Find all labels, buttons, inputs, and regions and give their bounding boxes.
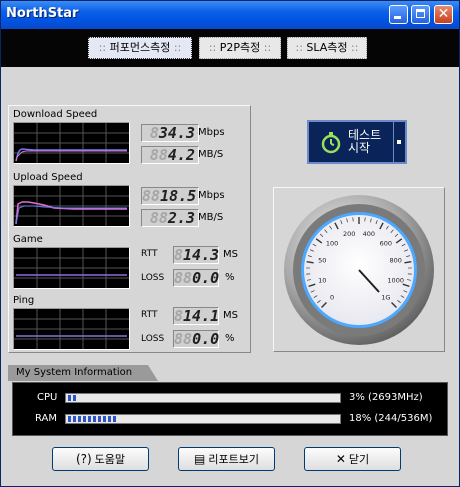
gauge-tick-label: 600 — [380, 240, 392, 248]
gauge-tick-label: 100 — [326, 240, 338, 248]
ping-loss-label: LOSS — [141, 334, 165, 344]
ram-label: RAM — [35, 413, 58, 424]
title-bar[interactable]: NorthStar ✕ — [1, 1, 459, 29]
download-speed-label: Download Speed — [13, 109, 98, 120]
game-loss-display: 880.0 — [173, 269, 220, 287]
ping-rtt-unit: MS — [223, 310, 238, 321]
start-button-divider — [393, 122, 394, 162]
upload-graph — [13, 185, 130, 227]
game-rtt-unit: MS — [223, 249, 238, 260]
upload-mbps-display: 8818.5 — [141, 187, 199, 205]
gauge-tick-label: 0 — [330, 293, 334, 301]
speed-gauge: 0 10 50 100 200 400 600 800 1000 1G — [284, 195, 434, 345]
game-rtt-label: RTT — [141, 249, 158, 259]
cpu-usage-fill — [68, 395, 77, 401]
dropdown-icon[interactable] — [397, 140, 401, 144]
tab-sla[interactable]: :: SLA측정 :: — [287, 37, 367, 59]
cpu-usage-bar — [65, 393, 341, 403]
test-start-label: 테스트 시작 — [348, 128, 382, 155]
upload-mbs-display: 882.3 — [141, 209, 199, 227]
upload-speed-label: Upload Speed — [13, 172, 83, 183]
ram-usage-bar — [65, 414, 341, 424]
tab-bar: :: 퍼포먼스측정 :: :: P2P측정 :: :: SLA측정 :: — [1, 29, 459, 67]
close-icon: ✕ — [335, 452, 346, 466]
game-rtt-display: 814.3 — [173, 246, 220, 264]
minimize-button[interactable] — [389, 5, 408, 24]
gauge-tick-label: 400 — [363, 230, 375, 238]
system-information: My System Information CPU 3% (2693MHz) R… — [8, 365, 452, 437]
help-icon: (?) — [75, 452, 92, 466]
ram-usage-fill — [68, 416, 117, 422]
test-start-button[interactable]: 테스트 시작 — [307, 120, 407, 164]
system-info-header: My System Information — [8, 365, 148, 381]
ping-loss-display: 880.0 — [173, 330, 220, 348]
ram-usage-value: 18% (244/536M) — [349, 413, 433, 424]
download-mbps-unit: Mbps — [198, 127, 225, 138]
close-icon: ✕ — [437, 6, 450, 22]
system-info-header-cap — [148, 365, 158, 381]
gauge-tick-label: 200 — [343, 230, 355, 238]
cpu-label: CPU — [37, 392, 58, 403]
game-loss-unit: % — [225, 272, 235, 283]
maximize-button[interactable] — [411, 5, 430, 24]
report-view-button[interactable]: ▤ 리포트보기 — [178, 447, 275, 471]
help-button[interactable]: (?) 도움말 — [52, 447, 149, 471]
tab-performance[interactable]: :: 퍼포먼스측정 :: — [88, 37, 192, 59]
download-mbs-unit: MB/S — [198, 149, 224, 160]
download-graph — [13, 122, 130, 164]
download-mbs-display: 884.2 — [141, 146, 199, 164]
upload-mbs-unit: MB/S — [198, 212, 224, 223]
gauge-tick-label: 1000 — [387, 276, 404, 284]
system-info-box: CPU 3% (2693MHz) RAM 18% (244/536M) — [12, 382, 448, 436]
app-window: NorthStar ✕ :: 퍼포먼스측정 :: :: P2P측정 :: :: … — [0, 0, 460, 487]
gauge-tick-label: 50 — [318, 257, 326, 265]
maximize-icon — [416, 9, 425, 18]
window-title: NorthStar — [6, 6, 79, 21]
close-window-button[interactable]: ✕ — [434, 5, 453, 24]
gauge-tick-label: 1G — [381, 293, 390, 301]
download-mbps-display: 834.3 — [141, 124, 199, 142]
close-button[interactable]: ✕ 닫기 — [304, 447, 401, 471]
tab-p2p[interactable]: :: P2P측정 :: — [199, 37, 281, 59]
ping-label: Ping — [13, 295, 35, 306]
ping-graph — [13, 308, 130, 350]
report-icon: ▤ — [194, 452, 206, 466]
stopwatch-icon — [321, 132, 341, 154]
cpu-usage-value: 3% (2693MHz) — [349, 392, 423, 403]
ping-rtt-display: 814.1 — [173, 307, 220, 325]
ping-rtt-label: RTT — [141, 310, 158, 320]
gauge-tick-label: 10 — [318, 276, 326, 284]
gauge-tick-label: 800 — [389, 257, 401, 265]
minimize-icon — [394, 16, 401, 19]
upload-mbps-unit: Mbps — [198, 190, 225, 201]
ping-loss-unit: % — [225, 333, 235, 344]
game-loss-label: LOSS — [141, 273, 165, 283]
game-label: Game — [13, 234, 43, 245]
game-graph — [13, 247, 130, 289]
